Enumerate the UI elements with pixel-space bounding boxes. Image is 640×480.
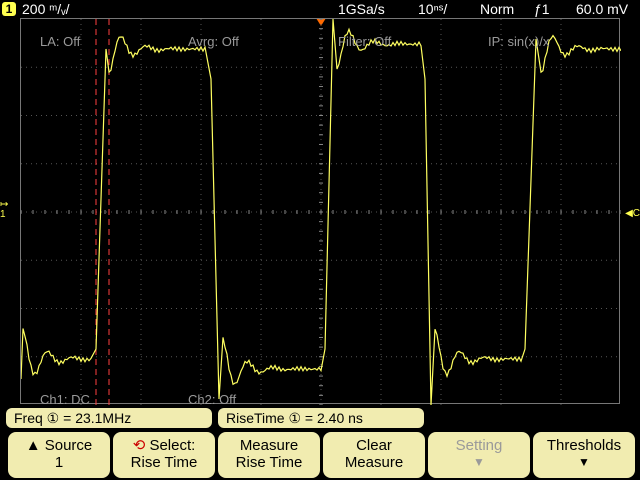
ch1-coupling: Ch1: DC xyxy=(40,392,90,407)
clear-measure-softkey[interactable]: Clear Measure xyxy=(323,432,425,478)
vertical-scale: 200 ᵐ/ᵥ/ xyxy=(22,1,70,17)
waveform-display[interactable] xyxy=(20,18,621,405)
graticule-grid xyxy=(21,19,621,405)
ground-marker: ↦ 1 xyxy=(0,199,9,220)
ip-status: IP: sin(x)/x xyxy=(488,34,550,49)
softkey-bar: ▲ Source 1 ⟲ Select: Rise Time Measure R… xyxy=(0,430,640,480)
risetime-label: RiseTime ① = xyxy=(226,410,314,426)
channel-badge: 1 xyxy=(2,2,16,16)
entry-knob-icon: ⟲ xyxy=(132,437,146,454)
top-status-bar: 1 200 ᵐ/ᵥ/ 1GSa/s 10ⁿˢ/ Norm ƒ1 60.0 mV xyxy=(0,0,640,18)
softkey-line1: ▲ Source xyxy=(25,437,93,454)
select-softkey[interactable]: ⟲ Select: Rise Time xyxy=(113,432,215,478)
avrg-status: Avrg: Off xyxy=(188,34,239,49)
trigger-source: ƒ1 xyxy=(534,1,550,17)
down-arrow-icon: ▼ xyxy=(473,455,485,469)
softkey-line1: Setting xyxy=(455,437,503,454)
measure-softkey[interactable]: Measure Rise Time xyxy=(218,432,320,478)
freq-label: Freq ① = xyxy=(14,410,72,426)
trigger-level: 60.0 mV xyxy=(576,1,629,17)
risetime-measurement: RiseTime ① = 2.40 ns xyxy=(218,408,424,428)
softkey-line2: Rise Time xyxy=(130,454,198,471)
softkey-line1: Select: xyxy=(149,437,196,454)
sample-rate: 1GSa/s xyxy=(338,1,385,17)
softkey-line2: 1 xyxy=(54,454,64,471)
freq-value: 23.1MHz xyxy=(75,410,132,426)
setting-softkey[interactable]: Setting ▼ xyxy=(428,432,530,478)
down-arrow-icon: ▼ xyxy=(578,455,590,469)
source-softkey[interactable]: ▲ Source 1 xyxy=(8,432,110,478)
softkey-line2: Measure xyxy=(344,454,404,471)
acquire-mode: Norm xyxy=(480,1,515,17)
softkey-line2: Rise Time xyxy=(235,454,303,471)
thresholds-softkey[interactable]: Thresholds ▼ xyxy=(533,432,635,478)
risetime-value: 2.40 ns xyxy=(317,410,363,426)
la-status: LA: Off xyxy=(40,34,81,49)
softkey-line1: Thresholds xyxy=(546,437,622,454)
trigger-level-marker: ◀C xyxy=(625,208,640,219)
filter-status: Filter: Off xyxy=(338,34,392,49)
time-scale: 10ⁿˢ/ xyxy=(418,1,448,17)
softkey-line1: Measure xyxy=(239,437,299,454)
softkey-line1: Clear xyxy=(356,437,392,454)
freq-measurement: Freq ① = 23.1MHz xyxy=(6,408,212,428)
ch2-status: Ch2: Off xyxy=(188,392,237,407)
